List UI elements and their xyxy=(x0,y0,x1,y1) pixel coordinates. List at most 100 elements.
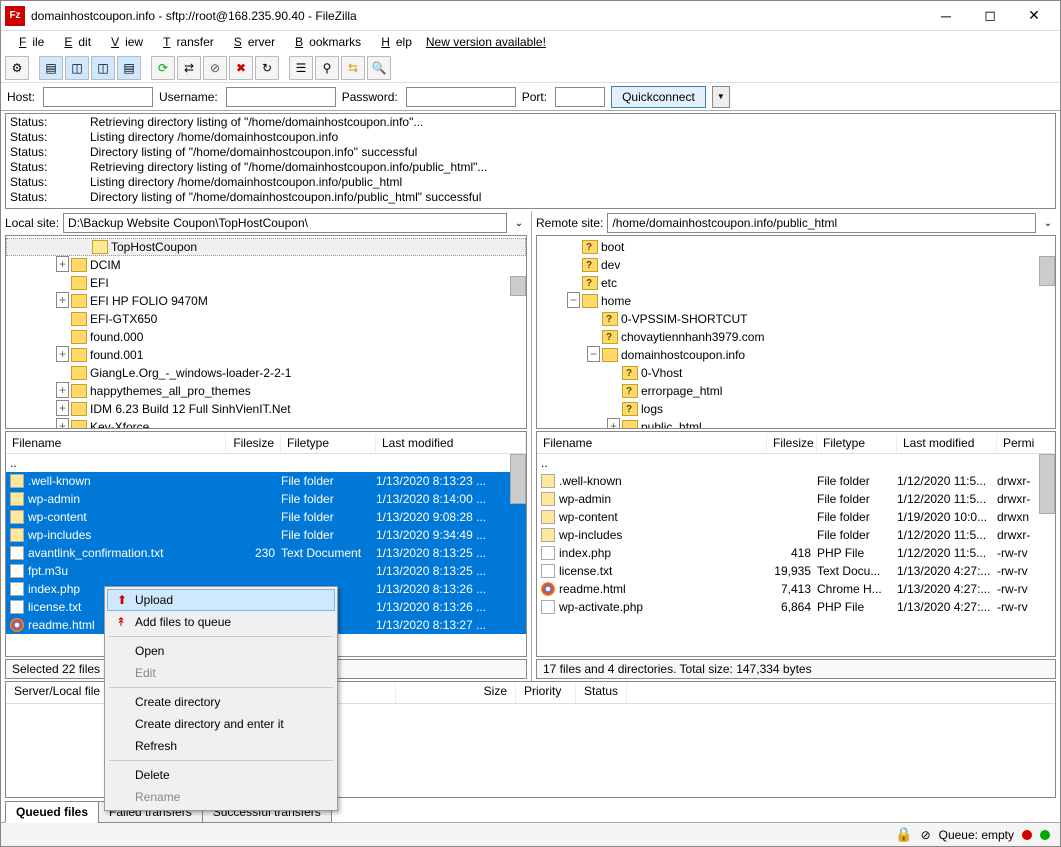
expand-icon[interactable] xyxy=(587,313,599,325)
expand-icon[interactable]: + xyxy=(56,349,68,361)
local-file-header[interactable]: Filename Filesize Filetype Last modified xyxy=(6,432,526,454)
menu-help[interactable]: Help xyxy=(369,33,418,51)
expand-icon[interactable]: + xyxy=(56,421,68,429)
file-row[interactable]: .well-knownFile folder1/13/2020 8:13:23 … xyxy=(6,472,526,490)
toggle-queue-icon[interactable]: ▤ xyxy=(117,56,141,80)
queue-col-status[interactable]: Status xyxy=(576,682,627,703)
expand-icon[interactable] xyxy=(567,277,579,289)
password-input[interactable] xyxy=(406,87,516,107)
toggle-localtree-icon[interactable]: ◫ xyxy=(65,56,89,80)
tree-node[interactable]: +public_html xyxy=(537,418,1055,429)
tree-node[interactable]: −home xyxy=(537,292,1055,310)
remote-file-header[interactable]: Filename Filesize Filetype Last modified… xyxy=(537,432,1055,454)
username-input[interactable] xyxy=(226,87,336,107)
close-button[interactable]: ✕ xyxy=(1012,2,1056,30)
expand-icon[interactable]: + xyxy=(56,295,68,307)
file-row[interactable]: wp-adminFile folder1/13/2020 8:14:00 ... xyxy=(6,490,526,508)
ctx-open[interactable]: Open xyxy=(107,640,335,662)
menu-bookmarks[interactable]: Bookmarks xyxy=(283,33,367,51)
tree-node[interactable]: +found.001 xyxy=(6,346,526,364)
file-row[interactable]: fpt.m3u1/13/2020 8:13:25 ... xyxy=(6,562,526,580)
ctx-create-dir-enter[interactable]: Create directory and enter it xyxy=(107,713,335,735)
col-filename[interactable]: Filename xyxy=(537,434,767,452)
local-tree[interactable]: TopHostCoupon+DCIMEFI+EFI HP FOLIO 9470M… xyxy=(5,235,527,429)
find-icon[interactable]: 🔍 xyxy=(367,56,391,80)
tree-node[interactable]: −domainhostcoupon.info xyxy=(537,346,1055,364)
tree-node[interactable]: EFI xyxy=(6,274,526,292)
expand-icon[interactable]: + xyxy=(56,403,68,415)
col-permissions[interactable]: Permi xyxy=(997,434,1055,452)
tree-node[interactable]: dev xyxy=(537,256,1055,274)
sync-browse-icon[interactable]: ⇆ xyxy=(341,56,365,80)
menu-transfer[interactable]: Transfer xyxy=(151,33,220,51)
file-row[interactable]: .. xyxy=(537,454,1055,472)
col-lastmod[interactable]: Last modified xyxy=(376,434,526,452)
file-row[interactable]: wp-includesFile folder1/13/2020 9:34:49 … xyxy=(6,526,526,544)
expand-icon[interactable]: + xyxy=(56,259,68,271)
file-row[interactable]: wp-contentFile folder1/13/2020 9:08:28 .… xyxy=(6,508,526,526)
file-row[interactable]: wp-activate.php6,864PHP File1/13/2020 4:… xyxy=(537,598,1055,616)
local-site-input[interactable] xyxy=(63,213,507,233)
menu-view[interactable]: View xyxy=(99,33,149,51)
disconnect-icon[interactable]: ✖ xyxy=(229,56,253,80)
expand-icon[interactable] xyxy=(77,241,89,253)
expand-icon[interactable]: − xyxy=(567,295,579,307)
maximize-button[interactable]: ◻ xyxy=(968,2,1012,30)
file-row[interactable]: avantlink_confirmation.txt230Text Docume… xyxy=(6,544,526,562)
file-row[interactable]: index.php418PHP File1/12/2020 11:5...-rw… xyxy=(537,544,1055,562)
tree-node[interactable]: etc xyxy=(537,274,1055,292)
menu-edit[interactable]: Edit xyxy=(52,33,97,51)
file-row[interactable]: .. xyxy=(6,454,526,472)
tree-node[interactable]: errorpage_html xyxy=(537,382,1055,400)
file-row[interactable]: wp-adminFile folder1/12/2020 11:5...drwx… xyxy=(537,490,1055,508)
col-filetype[interactable]: Filetype xyxy=(817,434,897,452)
ctx-upload[interactable]: ⬆ Upload xyxy=(107,589,335,611)
expand-icon[interactable]: + xyxy=(607,421,619,429)
col-filesize[interactable]: Filesize xyxy=(226,434,281,452)
ctx-refresh[interactable]: Refresh xyxy=(107,735,335,757)
sitemanager-icon[interactable]: ⚙ xyxy=(5,56,29,80)
remote-site-dropdown[interactable]: ⌄ xyxy=(1040,218,1056,229)
remote-file-list[interactable]: ...well-knownFile folder1/12/2020 11:5..… xyxy=(537,454,1055,649)
file-row[interactable]: wp-includesFile folder1/12/2020 11:5...d… xyxy=(537,526,1055,544)
ctx-delete[interactable]: Delete xyxy=(107,764,335,786)
port-input[interactable] xyxy=(555,87,605,107)
tree-node[interactable]: TopHostCoupon xyxy=(6,238,526,256)
expand-icon[interactable] xyxy=(56,277,68,289)
expand-icon[interactable]: − xyxy=(587,349,599,361)
file-row[interactable]: wp-contentFile folder1/19/2020 10:0...dr… xyxy=(537,508,1055,526)
tree-node[interactable]: boot xyxy=(537,238,1055,256)
expand-icon[interactable] xyxy=(607,403,619,415)
minimize-button[interactable]: ─ xyxy=(924,2,968,30)
tree-node[interactable]: +happythemes_all_pro_themes xyxy=(6,382,526,400)
expand-icon[interactable] xyxy=(56,331,68,343)
tree-node[interactable]: +IDM 6.23 Build 12 Full SinhVienIT.Net xyxy=(6,400,526,418)
toggle-remotetree-icon[interactable]: ◫ xyxy=(91,56,115,80)
col-filetype[interactable]: Filetype xyxy=(281,434,376,452)
tree-node[interactable]: logs xyxy=(537,400,1055,418)
compare-icon[interactable]: ⚲ xyxy=(315,56,339,80)
filter-icon[interactable]: ☰ xyxy=(289,56,313,80)
tree-node[interactable]: 0-Vhost xyxy=(537,364,1055,382)
quickconnect-button[interactable]: Quickconnect xyxy=(611,86,706,108)
host-input[interactable] xyxy=(43,87,153,107)
remote-tree[interactable]: bootdevetc−home0-VPSSIM-SHORTCUTchovayti… xyxy=(536,235,1056,429)
tree-node[interactable]: found.000 xyxy=(6,328,526,346)
tree-node[interactable]: +DCIM xyxy=(6,256,526,274)
tree-node[interactable]: +Key-Xforce xyxy=(6,418,526,429)
local-site-dropdown[interactable]: ⌄ xyxy=(511,218,527,229)
ctx-add-queue[interactable]: ↟ Add files to queue xyxy=(107,611,335,633)
tree-node[interactable]: GiangLe.Org_-_windows-loader-2-2-1 xyxy=(6,364,526,382)
expand-icon[interactable] xyxy=(607,385,619,397)
expand-icon[interactable] xyxy=(567,241,579,253)
file-row[interactable]: license.txt19,935Text Docu...1/13/2020 4… xyxy=(537,562,1055,580)
expand-icon[interactable] xyxy=(56,313,68,325)
expand-icon[interactable] xyxy=(567,259,579,271)
message-log[interactable]: Status:Retrieving directory listing of "… xyxy=(5,113,1056,209)
cancel-icon[interactable]: ⊘ xyxy=(203,56,227,80)
process-queue-icon[interactable]: ⇄ xyxy=(177,56,201,80)
file-row[interactable]: readme.html7,413Chrome H...1/13/2020 4:2… xyxy=(537,580,1055,598)
tab-queued[interactable]: Queued files xyxy=(5,801,99,823)
col-lastmod[interactable]: Last modified xyxy=(897,434,997,452)
tree-node[interactable]: 0-VPSSIM-SHORTCUT xyxy=(537,310,1055,328)
